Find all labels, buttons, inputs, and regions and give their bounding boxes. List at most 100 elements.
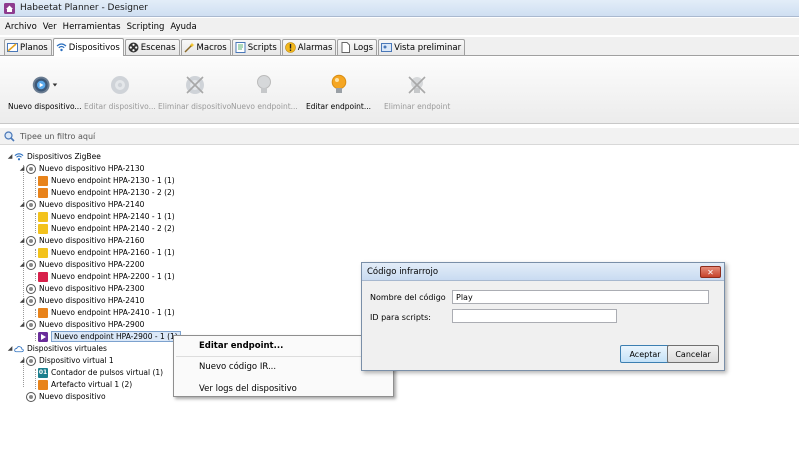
tree-node-device[interactable]: ◢ Nuevo dispositivo HPA-2160 <box>18 235 144 246</box>
edit-endpoint-label: Editar endpoint... <box>306 102 371 111</box>
script-id-input[interactable] <box>452 309 617 323</box>
menu-item-new-ir-code[interactable]: Nuevo código IR... <box>199 362 276 372</box>
tab-dispositivos[interactable]: Dispositivos <box>52 38 124 56</box>
tab-planos[interactable]: Planos <box>4 39 52 55</box>
alarm-warning-icon <box>284 42 296 53</box>
tab-vista-preliminar-label: Vista preliminar <box>394 42 462 53</box>
plug-icon <box>38 307 48 318</box>
tree-label: Artefacto virtual 1 (2) <box>51 380 133 389</box>
tree-node-endpoint[interactable]: Nuevo endpoint HPA-2160 - 1 (1) <box>38 247 175 258</box>
wifi-icon <box>56 43 67 52</box>
tree-node-device[interactable]: Nuevo dispositivo HPA-2300 <box>26 283 144 294</box>
expander-icon[interactable]: ◢ <box>18 261 26 268</box>
search-icon <box>4 130 15 142</box>
new-endpoint-label: Nuevo endpoint... <box>231 102 298 111</box>
sensor-icon <box>38 271 48 282</box>
menu-ayuda[interactable]: Ayuda <box>167 22 199 32</box>
code-name-label: Nombre del código <box>370 293 446 302</box>
cancel-button[interactable]: Cancelar <box>667 345 719 363</box>
tree-node-zigbee[interactable]: ◢ Dispositivos ZigBee <box>6 151 101 162</box>
menu-ver[interactable]: Ver <box>40 22 60 32</box>
tab-alarmas[interactable]: Alarmas <box>281 39 337 55</box>
delete-device-label: Eliminar dispositivo <box>158 102 232 111</box>
tree-node-device[interactable]: ◢ Nuevo dispositivo HPA-2140 <box>18 199 144 210</box>
tree-node-device[interactable]: ◢ Dispositivo virtual 1 <box>18 355 114 366</box>
tab-logs[interactable]: Logs <box>337 39 378 55</box>
tree-node-endpoint[interactable]: Nuevo endpoint HPA-2140 - 2 (2) <box>38 223 175 234</box>
delete-endpoint-button[interactable]: Eliminar endpoint <box>384 72 450 111</box>
tree-node-device[interactable]: ◢ Nuevo dispositivo HPA-2130 <box>18 163 144 174</box>
tree-node-virtual[interactable]: ◢ Dispositivos virtuales <box>6 343 107 354</box>
tab-scripts[interactable]: Scripts <box>231 39 281 55</box>
tree-label: Dispositivo virtual 1 <box>39 356 114 365</box>
code-name-input[interactable]: Play <box>452 290 709 304</box>
menu-bar: Archivo Ver Herramientas Scripting Ayuda <box>0 18 799 35</box>
expander-icon[interactable]: ◢ <box>18 165 26 172</box>
tree-label: Contador de pulsos virtual (1) <box>51 368 164 377</box>
tree-node-device[interactable]: Nuevo dispositivo <box>26 391 106 402</box>
delete-device-button[interactable]: Eliminar dispositivo <box>158 72 231 111</box>
filter-input-placeholder[interactable]: Tipee un filtro aquí <box>20 132 95 141</box>
delete-endpoint-label: Eliminar endpoint <box>384 102 451 111</box>
tree-node-endpoint[interactable]: Nuevo endpoint HPA-2130 - 1 (1) <box>38 175 175 186</box>
document-icon <box>341 42 351 53</box>
light-icon <box>38 211 48 222</box>
film-reel-icon <box>128 42 139 53</box>
tree-node-device[interactable]: ◢ Nuevo dispositivo HPA-2410 <box>18 295 144 306</box>
tree-label: Nuevo endpoint HPA-2140 - 2 (2) <box>51 224 175 233</box>
edit-device-button[interactable]: Editar dispositivo... <box>84 72 156 111</box>
bulb-delete-icon <box>408 76 426 94</box>
menu-herramientas[interactable]: Herramientas <box>60 22 124 32</box>
accept-button[interactable]: Aceptar <box>620 345 670 363</box>
tree-node-endpoint[interactable]: Nuevo endpoint HPA-2410 - 1 (1) <box>38 307 175 318</box>
menu-scripting[interactable]: Scripting <box>124 22 168 32</box>
expander-icon[interactable]: ◢ <box>18 297 26 304</box>
script-id-label: ID para scripts: <box>370 313 431 322</box>
gear-device-icon <box>26 235 36 246</box>
device-toolbar: Nuevo dispositivo... Editar dispositivo.… <box>0 57 799 124</box>
new-device-button[interactable]: Nuevo dispositivo... <box>8 72 82 111</box>
tab-macros[interactable]: Macros <box>180 39 231 55</box>
wifi-icon <box>14 152 24 160</box>
new-endpoint-button[interactable]: Nuevo endpoint... <box>231 72 298 111</box>
tab-escenas[interactable]: Escenas <box>124 39 180 55</box>
expander-icon[interactable]: ◢ <box>18 237 26 244</box>
menu-item-edit-endpoint[interactable]: Editar endpoint... <box>199 341 283 351</box>
cloud-icon <box>14 345 24 352</box>
expander-icon[interactable]: ◢ <box>6 345 14 352</box>
tree-node-endpoint-selected[interactable]: Nuevo endpoint HPA-2900 - 1 (1) <box>38 331 181 342</box>
menu-archivo[interactable]: Archivo <box>2 22 40 32</box>
tree-label: Nuevo endpoint HPA-2900 - 1 (1) <box>51 331 181 342</box>
tree-node-endpoint[interactable]: 01 Contador de pulsos virtual (1) <box>38 367 163 378</box>
tree-label: Nuevo endpoint HPA-2410 - 1 (1) <box>51 308 175 317</box>
preview-icon <box>381 43 393 52</box>
switch-icon <box>38 187 48 198</box>
edit-endpoint-button[interactable]: Editar endpoint... <box>306 72 371 111</box>
filter-bar[interactable]: Tipee un filtro aquí <box>0 128 799 145</box>
expander-icon[interactable]: ◢ <box>18 321 26 328</box>
tree-node-endpoint[interactable]: Nuevo endpoint HPA-2200 - 1 (1) <box>38 271 175 282</box>
tree-connector <box>35 273 36 281</box>
tab-vista-preliminar[interactable]: Vista preliminar <box>378 39 466 55</box>
counter-icon: 01 <box>38 367 48 378</box>
tree-node-device[interactable]: ◢ Nuevo dispositivo HPA-2200 <box>18 259 144 270</box>
expander-icon[interactable]: ◢ <box>6 153 14 160</box>
switch-icon <box>38 175 48 186</box>
tree-label: Nuevo dispositivo HPA-2300 <box>39 284 145 293</box>
tree-node-endpoint[interactable]: Artefacto virtual 1 (2) <box>38 379 132 390</box>
expander-icon[interactable]: ◢ <box>18 201 26 208</box>
window-title: Habeetat Planner - Designer <box>20 3 148 13</box>
expander-icon[interactable]: ◢ <box>18 357 26 364</box>
gear-device-icon <box>26 163 36 174</box>
tree-node-endpoint[interactable]: Nuevo endpoint HPA-2130 - 2 (2) <box>38 187 175 198</box>
tree-label: Nuevo endpoint HPA-2160 - 1 (1) <box>51 248 175 257</box>
tree-label: Nuevo endpoint HPA-2130 - 2 (2) <box>51 188 175 197</box>
tree-label: Nuevo endpoint HPA-2130 - 1 (1) <box>51 176 175 185</box>
tree-label: Dispositivos virtuales <box>27 344 107 353</box>
menu-item-view-logs[interactable]: Ver logs del dispositivo <box>199 384 297 394</box>
gear-device-icon <box>26 319 36 330</box>
tree-node-device[interactable]: ◢ Nuevo dispositivo HPA-2900 <box>18 319 144 330</box>
tree-label: Nuevo dispositivo HPA-2200 <box>39 260 145 269</box>
tree-node-endpoint[interactable]: Nuevo endpoint HPA-2140 - 1 (1) <box>38 211 175 222</box>
close-icon[interactable]: ✕ <box>700 266 721 278</box>
